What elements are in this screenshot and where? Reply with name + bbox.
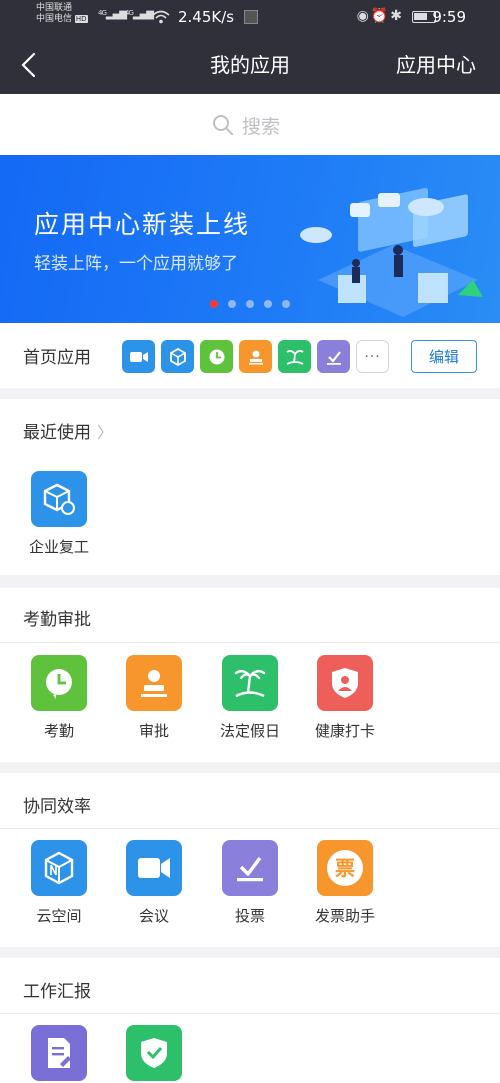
app-meeting[interactable]: 会议 <box>109 840 199 926</box>
app-label: 会议 <box>138 907 169 925</box>
wifi-icon <box>152 10 170 24</box>
attendance-icon <box>31 655 87 711</box>
approval-icon[interactable] <box>239 340 272 373</box>
carrier-info: 中国联通 中国电信 HD <box>36 3 88 25</box>
carousel-dot[interactable] <box>264 300 272 308</box>
divider <box>0 642 500 643</box>
report-section: 工作汇报 <box>0 958 500 1083</box>
app-notification-icon <box>244 10 258 24</box>
carousel-dot-active[interactable] <box>210 300 218 308</box>
health-checkin-icon <box>317 655 373 711</box>
top-bar: 中国联通 中国电信 HD 4G▂▄▆ 4G▂▄▆ 2.45K/s ◉⏰✱ 9:5… <box>0 0 500 94</box>
search-bar[interactable]: 搜索 <box>0 94 500 155</box>
app-center-link[interactable]: 应用中心 <box>396 50 476 80</box>
app-enterprise-resume[interactable]: 企业复工 <box>14 471 104 557</box>
enterprise-resume-icon <box>31 471 87 527</box>
collab-title: 协同效率 <box>23 797 91 817</box>
app-label: 考勤 <box>43 722 74 740</box>
collab-section: 协同效率 云空间 会议 投票 票 发票助手 <box>0 773 500 947</box>
app-health-checkin[interactable]: 健康打卡 <box>300 655 390 741</box>
app-approval[interactable]: 审批 <box>109 655 199 741</box>
status-bar: 中国联通 中国电信 HD 4G▂▄▆ 4G▂▄▆ 2.45K/s ◉⏰✱ 9:5… <box>0 0 500 36</box>
cloud-space-icon <box>31 840 87 896</box>
report-title: 工作汇报 <box>23 982 91 1002</box>
app-vote[interactable]: 投票 <box>205 840 295 926</box>
home-apps-row: 首页应用 ··· 编辑 <box>0 323 500 388</box>
divider <box>0 1013 500 1014</box>
app-cloud-space[interactable]: 云空间 <box>14 840 104 926</box>
approval-icon <box>126 655 182 711</box>
app-label: 发票助手 <box>314 907 375 925</box>
app-label: 企业复工 <box>28 538 89 556</box>
banner-illustration <box>300 187 483 317</box>
eye-icon: ◉ <box>356 8 371 24</box>
recent-title-row[interactable]: 最近使用〉 <box>23 418 113 443</box>
carousel-dot[interactable] <box>228 300 236 308</box>
holiday-icon <box>222 655 278 711</box>
carousel-dots <box>210 300 300 308</box>
app-label: 投票 <box>234 907 265 925</box>
vote-icon <box>222 840 278 896</box>
carrier-1: 中国联通 <box>36 3 73 13</box>
holiday-icon[interactable] <box>278 340 311 373</box>
edit-button[interactable]: 编辑 <box>411 340 477 373</box>
network-type-1: 4G <box>98 9 107 17</box>
carrier-2: 中国电信 <box>36 14 73 24</box>
carousel-dot[interactable] <box>246 300 254 308</box>
app-holiday[interactable]: 法定假日 <box>205 655 295 741</box>
carousel-dot[interactable] <box>282 300 290 308</box>
clock: 9:59 <box>432 8 466 26</box>
attendance-section: 考勤审批 考勤 审批 法定假日 健康打卡 <box>0 588 500 762</box>
app-label: 审批 <box>138 722 169 740</box>
app-invoice-assistant[interactable]: 票 发票助手 <box>300 840 390 926</box>
more-icon[interactable]: ··· <box>356 340 389 373</box>
report-doc-icon <box>31 1025 87 1081</box>
promo-banner[interactable]: 应用中心新装上线 轻装上阵，一个应用就够了 <box>0 155 500 323</box>
search-icon <box>213 115 233 135</box>
home-apps-label: 首页应用 <box>23 348 91 368</box>
system-icons: ◉⏰✱ <box>357 8 404 24</box>
app-report-doc[interactable] <box>14 1025 104 1081</box>
app-check-shield[interactable] <box>109 1025 199 1081</box>
bluetooth-icon: ✱ <box>390 8 404 24</box>
divider <box>0 828 500 829</box>
vote-icon[interactable] <box>317 340 350 373</box>
network-speed: 2.45K/s <box>178 8 235 26</box>
signal-icon-2: 4G▂▄▆ <box>125 9 154 20</box>
invoice-icon: 票 <box>317 840 373 896</box>
attendance-title: 考勤审批 <box>23 610 91 630</box>
search-placeholder: 搜索 <box>242 115 281 138</box>
signal-icon: 4G▂▄▆ <box>98 9 127 20</box>
recent-section: 最近使用〉 企业复工 <box>0 399 500 575</box>
app-label: 健康打卡 <box>314 722 375 740</box>
banner-subtitle: 轻装上阵，一个应用就够了 <box>34 254 238 274</box>
meeting-icon[interactable] <box>122 340 155 373</box>
alarm-icon: ⏰ <box>370 8 391 24</box>
invoice-glyph: 票 <box>327 850 363 886</box>
chevron-right-icon: 〉 <box>97 423 114 442</box>
network-type-2: 4G <box>125 9 134 17</box>
app-label: 法定假日 <box>219 722 280 740</box>
back-icon[interactable] <box>18 50 40 80</box>
hd-badge: HD <box>74 15 88 23</box>
banner-title: 应用中心新装上线 <box>34 210 251 239</box>
check-shield-icon <box>126 1025 182 1081</box>
recent-title: 最近使用 <box>23 423 91 443</box>
app-label: 云空间 <box>36 907 82 925</box>
attendance-icon[interactable] <box>200 340 233 373</box>
app-attendance[interactable]: 考勤 <box>14 655 104 741</box>
meeting-icon <box>126 840 182 896</box>
cloud-space-icon[interactable] <box>161 340 194 373</box>
